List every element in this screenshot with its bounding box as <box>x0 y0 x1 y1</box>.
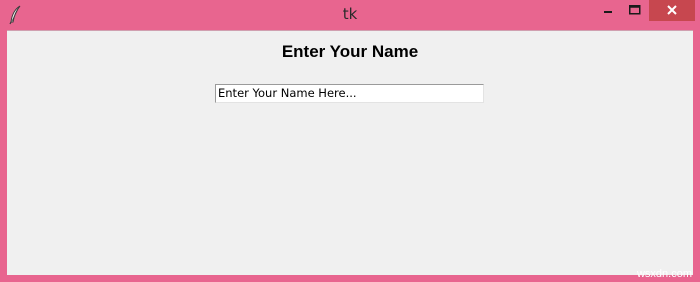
app-window: tk Enter Your Name Enter Your Name Here.… <box>0 0 700 282</box>
page-title: Enter Your Name <box>281 42 419 61</box>
close-button[interactable] <box>649 0 695 21</box>
client-area: Enter Your Name Enter Your Name Here... <box>7 30 693 275</box>
maximize-button[interactable] <box>622 0 648 21</box>
minimize-button[interactable] <box>596 0 622 21</box>
watermark-text: wsxdn.com <box>636 268 692 280</box>
title-bar[interactable]: tk <box>0 0 700 30</box>
window-title: tk <box>342 5 358 23</box>
minimize-icon <box>604 2 614 20</box>
name-input[interactable]: Enter Your Name Here... <box>215 84 484 103</box>
maximize-icon <box>629 2 641 20</box>
close-icon <box>666 2 678 20</box>
